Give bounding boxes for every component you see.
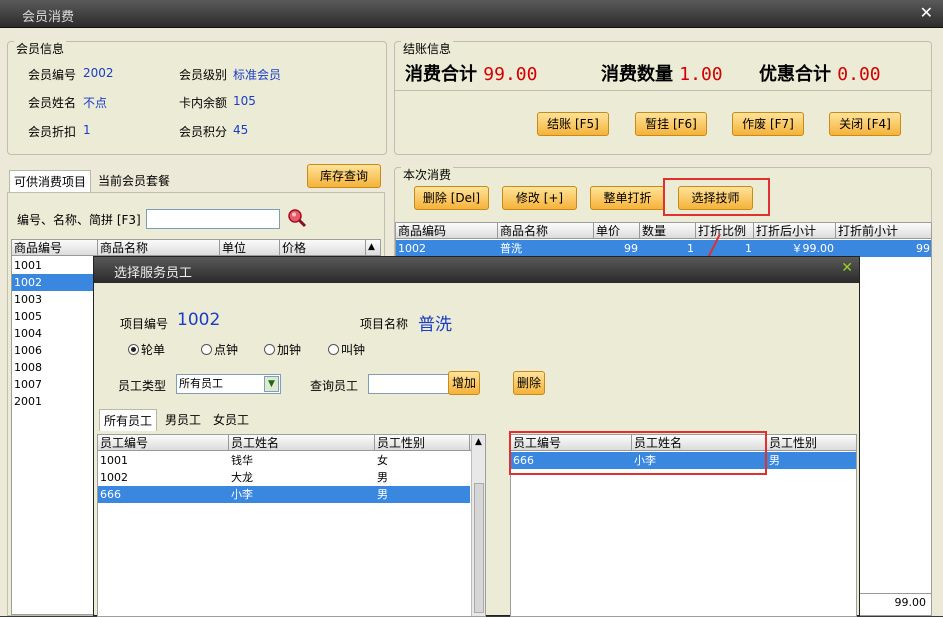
modify-item-button[interactable]: 修改 [+] — [502, 186, 577, 210]
close-icon[interactable]: ✕ — [920, 3, 933, 22]
staff-type-select[interactable]: 所有员工 ▼ — [176, 374, 281, 394]
scroll-up-icon[interactable]: ▲ — [368, 242, 375, 252]
remove-staff-button[interactable]: 删除 — [513, 371, 545, 395]
select-staff-dialog: 选择服务员工 ✕ 项目编号 1002 项目名称 普洗 轮单 点钟 加钟 叫钟 员工类型… — [93, 256, 860, 617]
scroll-thumb[interactable] — [474, 483, 484, 613]
radio-option[interactable]: 加钟 — [264, 342, 301, 358]
balance: 105 — [233, 94, 256, 108]
col-header[interactable]: 员工性别 — [767, 435, 856, 451]
close-button[interactable]: 关闭 [F4] — [829, 112, 901, 136]
highlight-box — [509, 431, 767, 475]
footer-total: 99.00 — [858, 593, 931, 610]
group-title: 结账信息 — [401, 40, 454, 57]
radio-option[interactable]: 轮单 — [128, 342, 165, 358]
tab-male-staff[interactable]: 男员工 — [161, 409, 205, 431]
tab-all-staff[interactable]: 所有员工 — [99, 409, 158, 431]
staff-type-label: 员工类型 — [118, 379, 167, 393]
checkout-group: 结账信息 消费合计 99.00 消费数量 1.00 优惠合计 0.00 结账 [… — [394, 40, 932, 155]
divider — [395, 90, 931, 91]
col-header[interactable]: 员工编号 — [98, 435, 229, 451]
radio-circle-icon — [264, 344, 275, 355]
discount: 1 — [83, 123, 91, 137]
qty-value: 1.00 — [679, 64, 723, 85]
search-icon[interactable] — [287, 208, 307, 231]
group-title: 本次消费 — [401, 166, 454, 183]
query-staff-label: 查询员工 — [310, 379, 359, 393]
item-no: 1002 — [177, 310, 221, 330]
radio-circle-icon — [201, 344, 212, 355]
search-label: 编号、名称、简拼 [F3] — [17, 213, 141, 227]
radio-option[interactable]: 点钟 — [201, 342, 238, 358]
total-value: 99.00 — [483, 64, 538, 85]
discount-display: 优惠合计 0.00 — [759, 64, 881, 85]
col-header[interactable]: 员工性别 — [375, 435, 470, 451]
discount-label: 会员折扣 — [28, 125, 77, 139]
window-title: 会员消费 — [22, 10, 75, 25]
item-name: 普洗 — [418, 315, 452, 335]
checkout-button[interactable]: 结账 [F5] — [537, 112, 609, 136]
window-titlebar: 会员消费 ✕ — [0, 0, 943, 28]
item-name-label: 项目名称 — [360, 317, 409, 331]
add-staff-button[interactable]: 增加 — [448, 371, 480, 395]
col-header[interactable]: 商品编号 — [12, 240, 98, 256]
col-header[interactable]: 商品名称 — [98, 240, 220, 256]
tab-member-packages[interactable]: 当前会员套餐 — [94, 170, 174, 192]
query-staff-input[interactable] — [368, 374, 450, 394]
tab-female-staff[interactable]: 女员工 — [209, 409, 253, 431]
chevron-down-icon[interactable]: ▼ — [264, 376, 279, 392]
whole-discount-button[interactable]: 整单打折 — [590, 186, 665, 210]
qty-display: 消费数量 1.00 — [601, 64, 723, 85]
col-header[interactable]: 单位 — [220, 240, 280, 256]
member-level-label: 会员级别 — [179, 68, 228, 82]
member-no-label: 会员编号 — [28, 68, 77, 82]
col-header[interactable]: 商品编码 — [396, 223, 498, 239]
delete-item-button[interactable]: 删除 [Del] — [414, 186, 489, 210]
member-name: 不点 — [83, 96, 108, 110]
total-display: 消费合计 99.00 — [405, 64, 538, 85]
grid-header: 商品编号 商品名称 单位 价格 — [12, 240, 380, 256]
balance-label: 卡内余额 — [179, 96, 228, 110]
table-row[interactable]: 666 小李男 — [98, 486, 470, 503]
member-name-label: 会员姓名 — [28, 96, 77, 110]
table-row[interactable]: 1001 钱华女 — [98, 452, 470, 469]
radio-circle-icon — [328, 344, 339, 355]
product-search-input[interactable] — [146, 209, 280, 229]
col-header[interactable]: 价格 — [280, 240, 366, 256]
scroll-up-icon[interactable]: ▲ — [475, 437, 482, 447]
dialog-titlebar: 选择服务员工 ✕ — [94, 257, 859, 283]
group-title: 会员信息 — [14, 40, 67, 57]
close-icon[interactable]: ✕ — [841, 260, 853, 276]
tab-available-items[interactable]: 可供消费项目 — [9, 170, 92, 192]
dialog-title: 选择服务员工 — [114, 266, 193, 281]
member-info-group: 会员信息 会员编号 2002 会员级别 标准会员 会员姓名 不点 卡内余额 10… — [7, 40, 387, 155]
grid-header: 员工编号 员工姓名 员工性别 — [98, 435, 485, 451]
points-label: 会员积分 — [179, 125, 228, 139]
col-header[interactable]: 打折后小计 — [754, 223, 836, 239]
member-level: 标准会员 — [233, 68, 282, 82]
member-no: 2002 — [83, 66, 114, 80]
radio-option[interactable]: 叫钟 — [328, 342, 365, 358]
highlight-box — [663, 178, 770, 216]
table-row[interactable]: 1002 大龙男 — [98, 469, 470, 486]
col-header[interactable]: 单价 — [594, 223, 640, 239]
col-header[interactable]: 商品名称 — [498, 223, 594, 239]
radio-circle-icon — [128, 344, 139, 355]
staff-grid: 员工编号 员工姓名 员工性别 1001 钱华女 1002 大龙男 666 小李男 ▲ — [97, 434, 486, 617]
disc-value: 0.00 — [837, 64, 881, 85]
col-header[interactable]: 员工姓名 — [229, 435, 375, 451]
void-button[interactable]: 作废 [F7] — [732, 112, 804, 136]
col-header[interactable]: 打折前小计 — [836, 223, 931, 239]
suspend-button[interactable]: 暂挂 [F6] — [635, 112, 707, 136]
stock-query-button[interactable]: 库存查询 — [307, 164, 381, 188]
item-no-label: 项目编号 — [120, 317, 169, 331]
points: 45 — [233, 123, 249, 137]
scrollbar[interactable]: ▲ — [471, 435, 485, 616]
